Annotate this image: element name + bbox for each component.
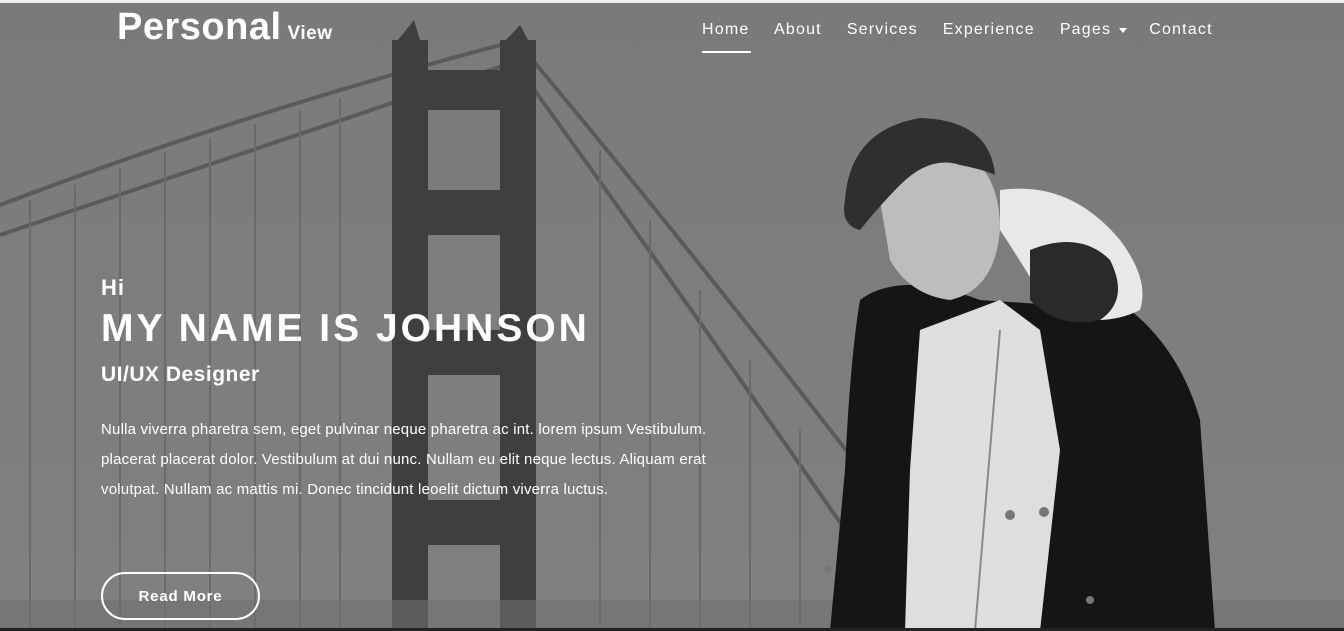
hero-role: UI/UX Designer [101, 363, 260, 386]
nav-item-experience[interactable]: Experience [943, 21, 1035, 39]
hero-greeting: Hi [101, 275, 125, 300]
nav-item-home[interactable]: Home [702, 21, 751, 39]
read-more-button[interactable]: Read More [101, 572, 260, 620]
brand-sub-text: View [287, 23, 333, 44]
hero-description: Nulla viverra pharetra sem, eget pulvina… [101, 421, 707, 498]
nav-active-indicator [702, 51, 751, 53]
brand-logo[interactable]: Personal View [117, 6, 333, 49]
nav-item-about[interactable]: About [774, 21, 822, 39]
caret-down-icon [1119, 28, 1128, 33]
nav-item-contact[interactable]: Contact [1149, 21, 1213, 39]
nav-item-pages-label: Pages [1059, 21, 1112, 38]
nav-item-pages[interactable]: Pages [1059, 21, 1128, 39]
hero-section: Personal View Home About Services Experie… [0, 0, 1344, 631]
nav-item-services[interactable]: Services [847, 21, 918, 39]
brand-main-text: Personal [117, 6, 282, 48]
hero-title: MY NAME IS JOHNSON [101, 307, 590, 350]
main-nav: Home About Services Experience Pages Con… [702, 21, 1213, 53]
